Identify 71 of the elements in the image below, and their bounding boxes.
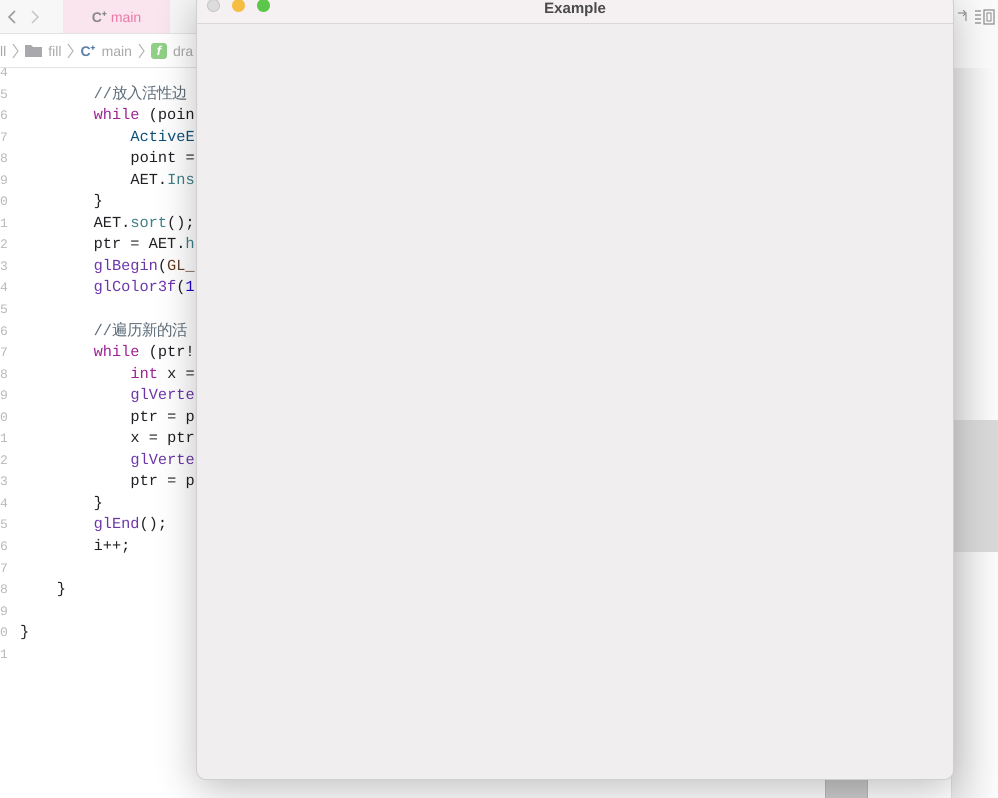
line-number: 0 <box>0 408 9 427</box>
code-line: ptr = AET.h <box>94 235 195 254</box>
back-icon[interactable] <box>7 8 17 24</box>
code-line: glColor3f(1 <box>94 278 195 296</box>
chevron-icon <box>138 42 145 58</box>
code-line: glBegin(GL_ <box>94 256 195 275</box>
code-line: glVerte <box>130 450 195 469</box>
code-line: i++; <box>94 537 130 556</box>
line-number: 6 <box>0 322 9 341</box>
line-number: 7 <box>0 128 9 147</box>
line-number: 5 <box>0 86 9 104</box>
minimap-viewport[interactable] <box>952 420 998 552</box>
code-line: glVerte <box>130 386 195 404</box>
line-number: 6 <box>0 538 9 556</box>
chevron-icon <box>12 42 20 58</box>
code-line: glEnd(); <box>94 515 168 534</box>
line-number: 1 <box>0 646 9 664</box>
folder-icon <box>25 44 42 57</box>
code-line: } <box>20 623 30 642</box>
breadcrumb-item[interactable]: main <box>102 42 132 58</box>
code-line: while (ptr! <box>94 343 195 362</box>
line-number: 2 <box>0 452 9 470</box>
zoom-button[interactable] <box>257 0 270 12</box>
editor-tab[interactable]: C⁺ main <box>63 0 170 33</box>
line-number: 7 <box>0 560 9 578</box>
code-line: } <box>56 580 66 598</box>
inspector-icon[interactable] <box>975 8 995 24</box>
code-line: } <box>94 494 103 512</box>
line-number: 4 <box>0 279 9 298</box>
function-icon: f <box>150 42 167 58</box>
file-type-icon: C⁺ <box>80 41 96 60</box>
breadcrumb-item[interactable]: dra <box>172 42 194 58</box>
line-number: 2 <box>0 236 9 254</box>
window-title: Example <box>544 1 606 17</box>
line-number: 9 <box>0 172 9 190</box>
line-number: 8 <box>0 366 9 384</box>
code-line: } <box>94 192 103 210</box>
chevron-icon <box>67 42 74 58</box>
minimize-button[interactable] <box>232 0 245 12</box>
code-line: AET.sort(); <box>94 214 195 232</box>
line-number: 6 <box>0 107 9 126</box>
breadcrumb-item[interactable]: fill <box>48 42 62 58</box>
line-number: 9 <box>0 387 9 406</box>
line-number: 5 <box>0 301 9 320</box>
line-number: 8 <box>0 581 9 600</box>
code-line: int x = <box>130 364 195 383</box>
line-number: 7 <box>0 344 9 362</box>
line-number: 9 <box>0 602 9 621</box>
line-number: 8 <box>0 150 9 168</box>
line-number: 3 <box>0 473 9 492</box>
code-line: //遍历新的活 <box>94 322 187 340</box>
line-number: 1 <box>0 430 9 448</box>
line-number: 1 <box>0 214 9 233</box>
breadcrumb-item[interactable]: ll <box>0 42 6 58</box>
minimap[interactable] <box>952 68 998 798</box>
line-number: 0 <box>0 193 9 212</box>
code-line: point = <box>130 149 195 168</box>
code-line: ptr = p <box>130 408 195 426</box>
code-line: x = ptr <box>130 429 195 448</box>
line-number: 3 <box>0 258 9 276</box>
close-button[interactable] <box>207 0 220 12</box>
return-arrow-icon[interactable] <box>957 10 969 24</box>
line-number: 4 <box>0 494 9 513</box>
code-line: AET.Ins <box>130 170 195 189</box>
code-line: //放入活性边 <box>94 84 187 103</box>
forward-icon[interactable] <box>30 8 40 24</box>
code-line: while (poin <box>94 106 195 124</box>
code-line: ptr = p <box>130 472 195 490</box>
line-number: 0 <box>0 624 9 642</box>
line-number: 5 <box>0 516 9 534</box>
code-line: ActiveE <box>130 128 195 146</box>
